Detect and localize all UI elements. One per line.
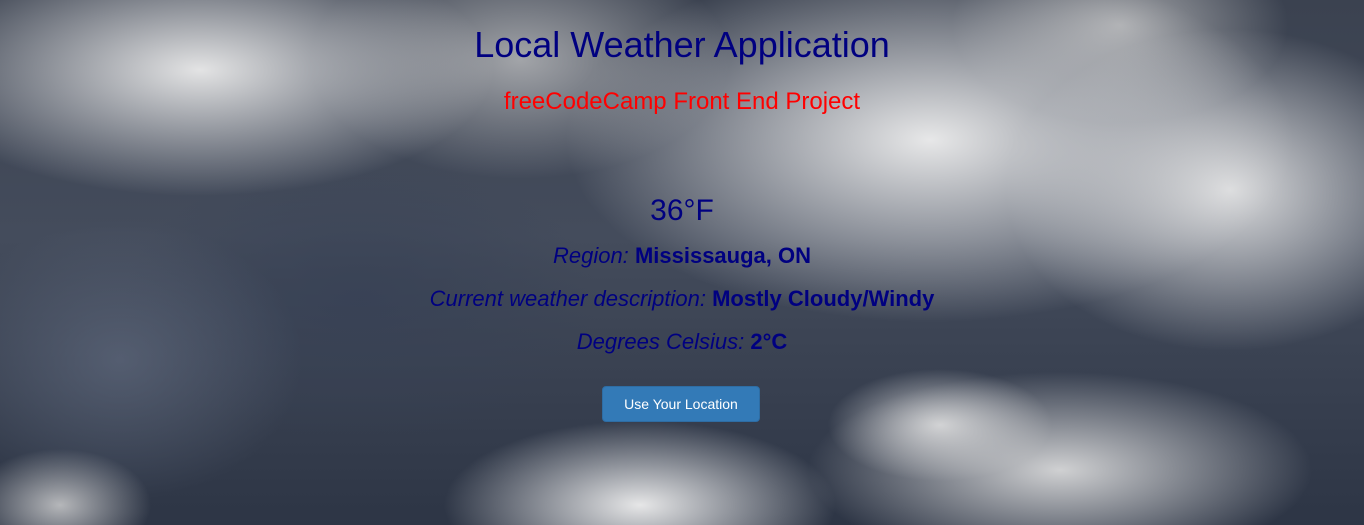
temperature-fahrenheit: 36°F — [650, 194, 714, 227]
weather-description-row: Current weather description: Mostly Clou… — [0, 285, 1364, 313]
celsius-value: 2°C — [750, 329, 788, 354]
use-location-button[interactable]: Use Your Location — [602, 386, 760, 422]
weather-description-label: Current weather description: — [429, 286, 706, 311]
page-title: Local Weather Application — [474, 24, 890, 65]
page-subtitle: freeCodeCamp Front End Project — [503, 88, 861, 115]
celsius-row: Degrees Celsius: 2°C — [0, 328, 1364, 356]
region-label: Region: — [552, 243, 629, 268]
region-value: Mississauga, ON — [634, 243, 812, 268]
region-row: Region: Mississauga, ON — [0, 242, 1364, 270]
weather-description-value: Mostly Cloudy/Windy — [712, 286, 935, 311]
celsius-label: Degrees Celsius: — [576, 329, 745, 354]
